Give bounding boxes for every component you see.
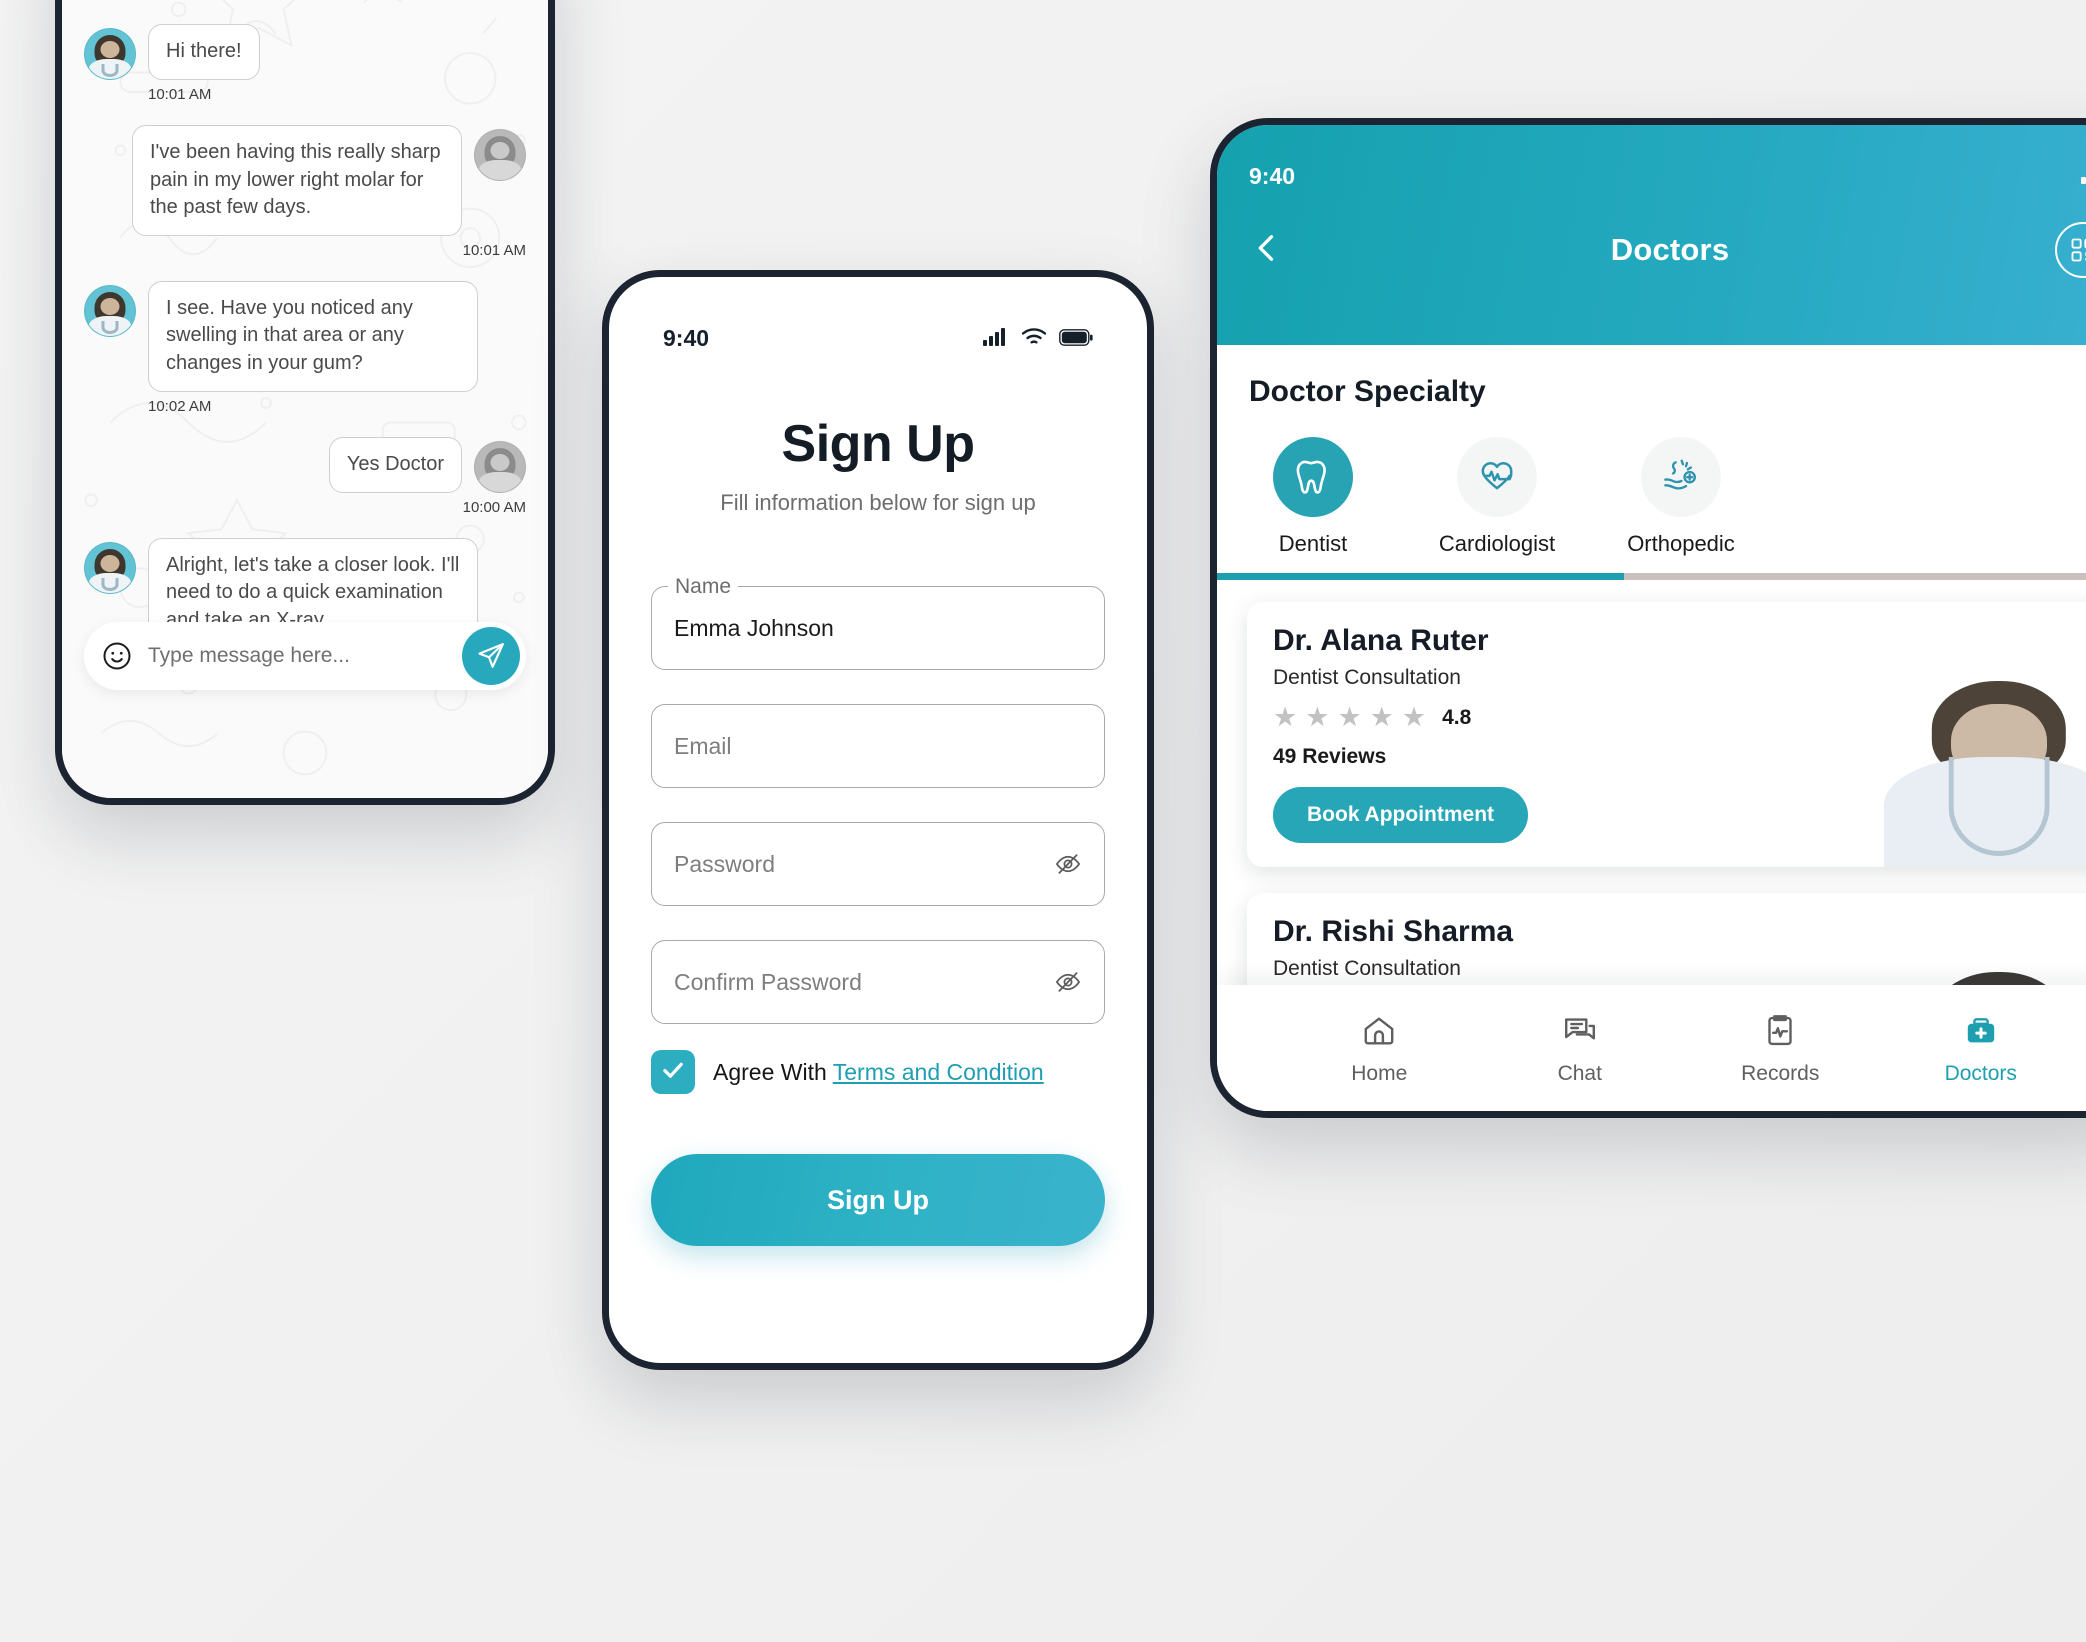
check-icon: [660, 1057, 686, 1088]
chat-phone-mockup: Hi, Dr. Smith 10:00 AM Hi there! 10:01 A…: [55, 0, 555, 805]
chat-message-row: Hi there!: [84, 24, 526, 80]
records-icon: [1725, 1010, 1835, 1052]
chat-bubble-received: Hi there!: [148, 24, 260, 80]
chat-timestamp: 10:01 AM: [462, 241, 526, 259]
page-title: Sign Up: [781, 415, 975, 473]
specialty-tab-orthopedic[interactable]: Orthopedic: [1617, 437, 1745, 557]
chat-message-row: I've been having this really sharp pain …: [84, 125, 526, 236]
specialty-tab-cardiologist[interactable]: Cardiologist: [1433, 437, 1561, 557]
nav-item-doctors[interactable]: Doctors: [1926, 1010, 2036, 1086]
name-field-value: Emma Johnson: [674, 614, 834, 641]
chat-input-bar[interactable]: Type message here...: [84, 622, 526, 690]
terms-checkbox[interactable]: [651, 1050, 695, 1094]
tooth-icon: [1273, 437, 1353, 517]
signup-phone-mockup: 9:40 Sign Up Fill information below for …: [602, 270, 1154, 1370]
doctor-avatar: [84, 28, 136, 80]
terms-link[interactable]: Terms and Condition: [833, 1059, 1044, 1085]
chat-timestamp: 10:00 AM: [84, 0, 526, 2]
nav-item-records[interactable]: Records: [1725, 1010, 1835, 1086]
chat-message-row: I see. Have you noticed any swelling in …: [84, 280, 526, 392]
chat-timestamp: 10:00 AM: [462, 498, 526, 516]
chat-message-input[interactable]: Type message here...: [148, 644, 462, 668]
doctors-header: 9:40 Doctors: [1217, 125, 2086, 345]
status-bar: 9:40: [651, 277, 1105, 352]
book-appointment-button[interactable]: Book Appointment: [1273, 787, 1529, 843]
star-icon: ★: [1337, 702, 1362, 732]
specialty-label: Cardiologist: [1438, 531, 1556, 556]
password-field[interactable]: Password: [651, 822, 1105, 906]
star-icon: ★: [1401, 702, 1427, 732]
name-field-legend: Name: [668, 575, 739, 599]
doctors-phone-mockup: 9:40 Doctors Doctor Specialty Dentist Ca…: [1210, 118, 2086, 1118]
qr-scan-icon[interactable]: [2055, 222, 2086, 278]
star-icon: ★: [1369, 702, 1394, 732]
confirm-password-field-placeholder: Confirm Password: [674, 968, 862, 995]
chat-screen: Hi, Dr. Smith 10:00 AM Hi there! 10:01 A…: [62, 0, 548, 798]
wifi-icon: [1021, 325, 1047, 352]
doctor-name: Dr. Alana Ruter: [1273, 624, 1489, 657]
doctor-card[interactable]: Dr. Alana Ruter Dentist Consultation ★ ★…: [1247, 602, 2086, 867]
section-title: Doctor Specialty: [1249, 375, 1486, 408]
terms-agreement-row[interactable]: Agree With Terms and Condition: [651, 1050, 1105, 1094]
female-doctor-photo: [1879, 677, 2086, 867]
patient-avatar: [474, 129, 526, 181]
chat-message-row: Yes Doctor: [84, 436, 526, 493]
specialty-scroll-thumb: [1217, 573, 1625, 580]
nav-item-chat[interactable]: Chat: [1525, 1010, 1635, 1086]
briefcase-plus-icon: [1926, 1010, 2036, 1052]
heart-pulse-icon: [1457, 437, 1537, 517]
doctor-name: Dr. Rishi Sharma: [1273, 915, 1514, 948]
specialty-scroll-indicator[interactable]: [1217, 573, 2086, 580]
bottom-navigation[interactable]: Home Chat Records Doctors: [1217, 985, 2086, 1111]
specialty-tab-dentist[interactable]: Dentist: [1249, 437, 1377, 557]
specialty-label: Dentist: [1278, 531, 1348, 556]
signup-submit-button[interactable]: Sign Up: [651, 1154, 1105, 1246]
star-icon: ★: [1273, 702, 1298, 732]
doctor-avatar: [84, 284, 136, 337]
chevron-left-icon[interactable]: [1249, 230, 1285, 271]
doctor-avatar: [84, 541, 136, 594]
eye-off-icon[interactable]: [1054, 850, 1082, 878]
page-subtitle: Fill information below for sign up: [720, 490, 1036, 515]
nav-item-home[interactable]: Home: [1324, 1010, 1434, 1086]
home-icon: [1324, 1010, 1434, 1052]
chat-icon: [1525, 1010, 1635, 1052]
design-canvas: Hi, Dr. Smith 10:00 AM Hi there! 10:01 A…: [0, 0, 2086, 1642]
specialty-label: Orthopedic: [1627, 531, 1735, 556]
cellular-icon: [983, 325, 1009, 352]
chat-bubble-received: I see. Have you noticed any swelling in …: [148, 280, 478, 392]
name-field[interactable]: Name Emma Johnson: [651, 575, 1105, 670]
chat-timestamp: 10:01 AM: [148, 86, 212, 103]
star-icon: ★: [1305, 702, 1330, 732]
terms-label: Agree With Terms and Condition: [713, 1059, 1044, 1086]
page-title: Doctors: [1610, 232, 1730, 267]
smiley-icon[interactable]: [102, 641, 132, 671]
send-button[interactable]: [462, 627, 520, 685]
bone-care-icon: [1641, 437, 1721, 517]
password-field-placeholder: Password: [674, 850, 775, 877]
status-bar: 9:40: [1249, 125, 2086, 190]
nav-label: Records: [1741, 1062, 1820, 1085]
status-time: 9:40: [1249, 163, 1296, 189]
nav-label: Home: [1351, 1062, 1408, 1085]
nav-label: Chat: [1557, 1062, 1602, 1085]
specialty-tabs[interactable]: Dentist Cardiologist Orthopedic: [1217, 409, 2086, 557]
signup-screen: 9:40 Sign Up Fill information below for …: [609, 277, 1147, 1363]
email-field-placeholder: Email: [674, 732, 732, 759]
terms-prefix: Agree With: [713, 1058, 833, 1085]
battery-icon: [1059, 325, 1093, 352]
chat-bubble-sent: I've been having this really sharp pain …: [132, 125, 462, 236]
status-time: 9:40: [663, 325, 710, 351]
chat-timestamp: 10:02 AM: [148, 397, 212, 415]
patient-avatar: [474, 440, 526, 493]
email-field[interactable]: Email: [651, 704, 1105, 788]
eye-off-icon[interactable]: [1054, 968, 1082, 996]
nav-label: Doctors: [1944, 1062, 2017, 1085]
doctors-nav-row: Doctors: [1249, 222, 2086, 278]
cellular-icon: [2081, 163, 2086, 190]
confirm-password-field[interactable]: Confirm Password: [651, 940, 1105, 1024]
chat-bubble-sent: Yes Doctor: [328, 436, 462, 493]
rating-value: 4.8: [1442, 705, 1472, 729]
status-icons: [983, 325, 1093, 352]
